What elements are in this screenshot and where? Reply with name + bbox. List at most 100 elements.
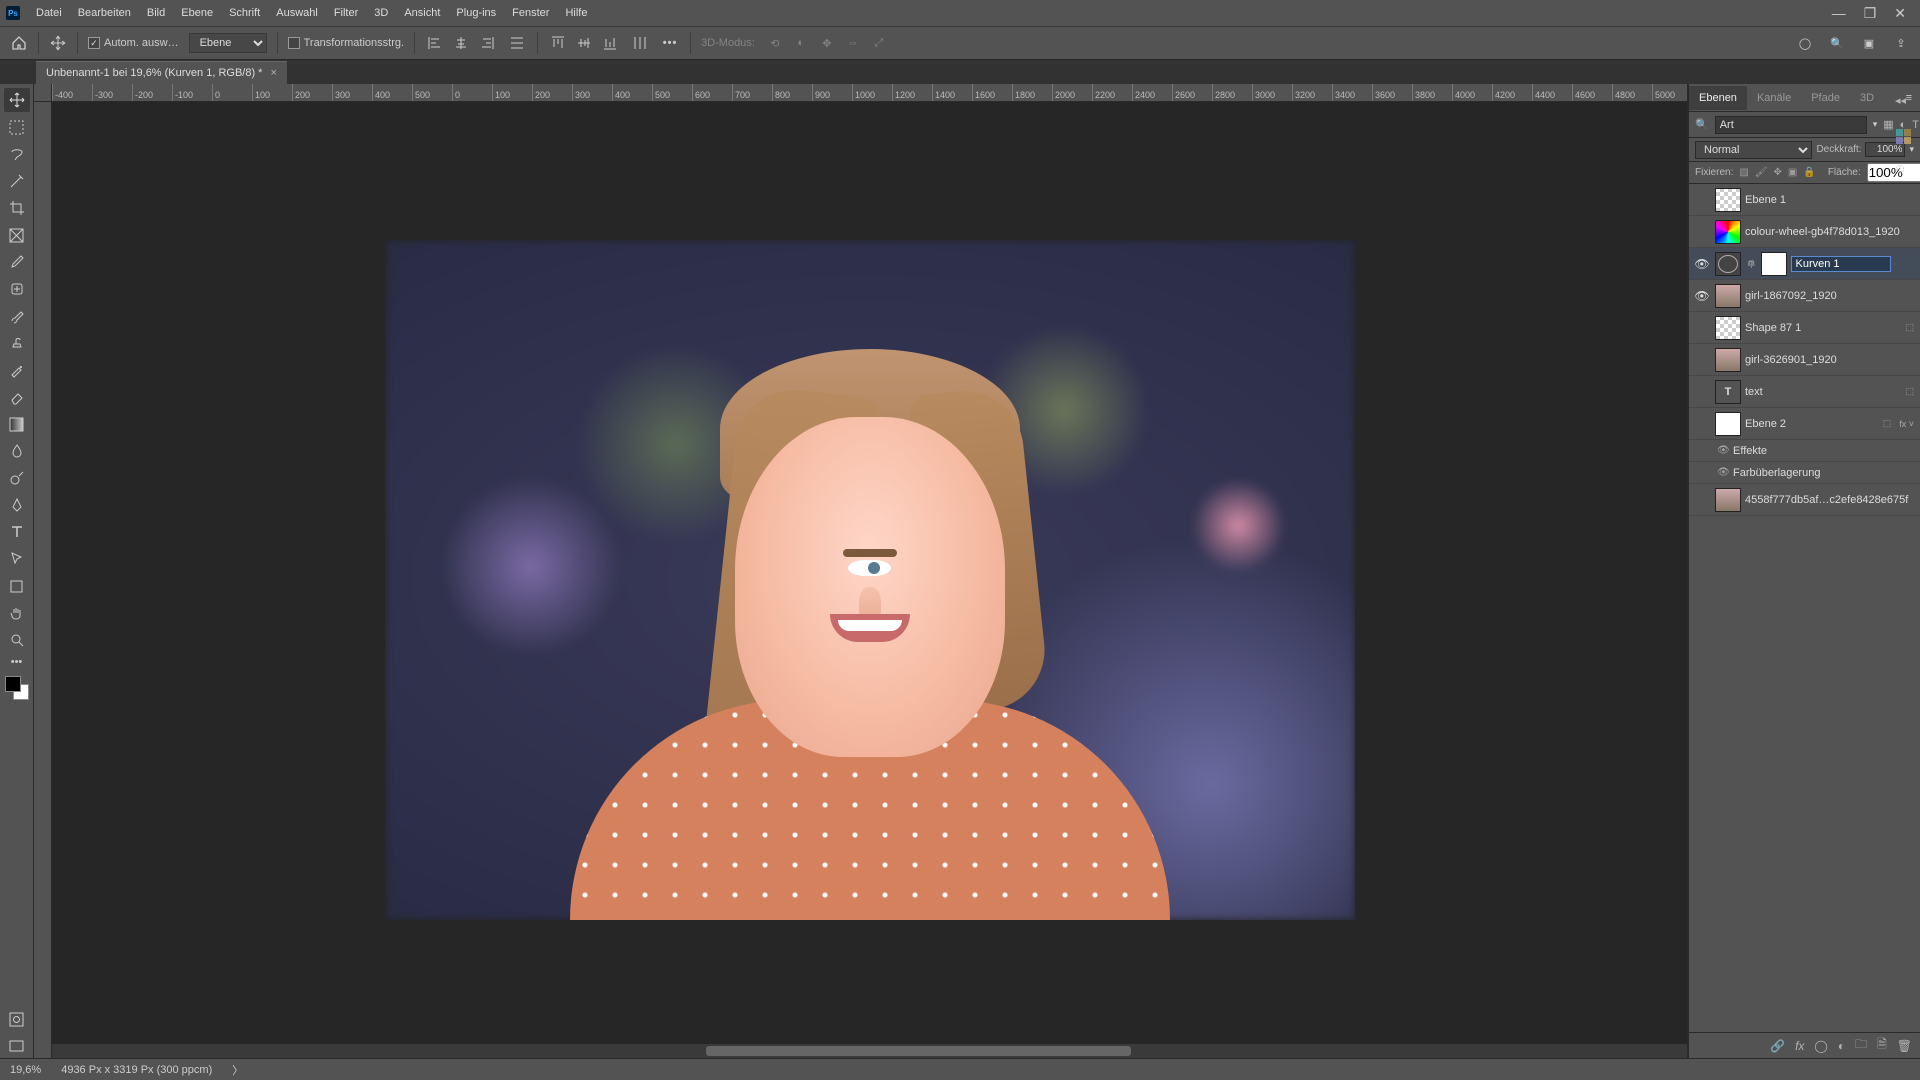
layer-name[interactable]: text (1745, 386, 1899, 398)
align-right-button[interactable] (477, 33, 497, 53)
distribute-v-button[interactable] (630, 33, 650, 53)
eraser-tool[interactable] (4, 385, 30, 409)
document-tab-close-button[interactable]: × (270, 67, 276, 79)
history-brush-tool[interactable] (4, 358, 30, 382)
layer-row[interactable]: Shape 87 1⬚ (1689, 312, 1920, 344)
layer-thumbnail[interactable] (1715, 252, 1741, 276)
blend-mode-select[interactable]: Normal (1695, 141, 1812, 159)
quickmask-button[interactable] (4, 1007, 30, 1031)
clone-stamp-tool[interactable] (4, 331, 30, 355)
foreground-color-swatch[interactable] (5, 676, 21, 692)
auto-select-checkbox[interactable]: Autom. ausw… (88, 37, 179, 49)
effect-visibility-icon[interactable]: 👁 (1717, 445, 1729, 456)
zoom-tool[interactable] (4, 628, 30, 652)
color-swatches[interactable] (3, 676, 31, 706)
type-tool[interactable] (4, 520, 30, 544)
menu-3d[interactable]: 3D (366, 3, 396, 23)
layer-visibility-toggle[interactable]: 👁 (1693, 289, 1711, 303)
layer-thumbnail[interactable] (1715, 412, 1741, 436)
layer-name[interactable]: girl-1867092_1920 (1745, 290, 1916, 302)
layer-thumbnail[interactable]: T (1715, 380, 1741, 404)
lock-all-icon[interactable]: 🔒 (1803, 167, 1815, 178)
3d-slide-icon[interactable]: ⇔ (843, 33, 863, 53)
layer-name-input[interactable] (1791, 256, 1891, 272)
layer-name[interactable]: Ebene 2 (1745, 418, 1877, 430)
cloud-docs-icon[interactable]: ◯ (1796, 34, 1814, 52)
layer-name[interactable]: colour-wheel-gb4f78d013_1920 (1745, 226, 1916, 238)
layer-row[interactable]: Ttext⬚ (1689, 376, 1920, 408)
menu-fenster[interactable]: Fenster (504, 3, 557, 23)
layer-fx-button[interactable]: fx (1795, 1039, 1804, 1053)
layer-name[interactable] (1791, 256, 1916, 272)
align-top-button[interactable] (548, 33, 568, 53)
align-hcenter-button[interactable] (451, 33, 471, 53)
layer-row[interactable]: 👁 girl-1867092_1920 (1689, 280, 1920, 312)
layer-row[interactable]: 👁𐄷 (1689, 248, 1920, 280)
layer-thumbnail[interactable] (1715, 348, 1741, 372)
delete-layer-button[interactable]: 🗑 (1897, 1039, 1912, 1053)
3d-pan-icon[interactable]: ✥ (817, 33, 837, 53)
panel-tab-ebenen[interactable]: Ebenen (1689, 86, 1747, 110)
layer-name[interactable]: Ebene 1 (1745, 194, 1916, 206)
layer-name[interactable]: 4558f777db5af…c2efe8428e675f (1745, 494, 1916, 506)
healing-brush-tool[interactable] (4, 277, 30, 301)
new-layer-button[interactable]: 🗎 (1877, 1035, 1887, 1056)
ruler-origin[interactable] (34, 84, 52, 102)
brush-tool[interactable] (4, 304, 30, 328)
document-canvas[interactable] (385, 240, 1355, 920)
window-minimize-button[interactable]: — (1824, 2, 1854, 24)
filter-dropdown-button[interactable]: ▾ (1873, 119, 1878, 130)
3d-scale-icon[interactable]: ⤢ (869, 33, 889, 53)
distribute-h-button[interactable] (507, 33, 527, 53)
lasso-tool[interactable] (4, 142, 30, 166)
layer-thumbnail[interactable] (1715, 284, 1741, 308)
frame-tool[interactable] (4, 223, 30, 247)
menu-auswahl[interactable]: Auswahl (268, 3, 326, 23)
effect-visibility-icon[interactable]: 👁 (1717, 467, 1729, 478)
edit-toolbar-button[interactable]: ••• (4, 655, 30, 669)
menu-bearbeiten[interactable]: Bearbeiten (70, 3, 139, 23)
menu-hilfe[interactable]: Hilfe (557, 3, 595, 23)
panel-tab-3d[interactable]: 3D (1850, 86, 1884, 110)
window-close-button[interactable]: ✕ (1886, 2, 1914, 24)
menu-bild[interactable]: Bild (139, 3, 173, 23)
hand-tool[interactable] (4, 601, 30, 625)
path-select-tool[interactable] (4, 547, 30, 571)
menu-schrift[interactable]: Schrift (221, 3, 268, 23)
canvas-h-scrollbar[interactable] (52, 1044, 1687, 1058)
pen-tool[interactable] (4, 493, 30, 517)
home-button[interactable] (10, 34, 28, 52)
layer-thumbnail[interactable] (1715, 220, 1741, 244)
crop-tool[interactable] (4, 196, 30, 220)
move-tool-preset-icon[interactable] (49, 34, 67, 52)
layer-thumbnail[interactable] (1715, 188, 1741, 212)
layer-row[interactable]: 4558f777db5af…c2efe8428e675f (1689, 484, 1920, 516)
layer-name[interactable]: Shape 87 1 (1745, 322, 1899, 334)
properties-panel-icon[interactable]: ◴ (1895, 162, 1915, 182)
blur-tool[interactable] (4, 439, 30, 463)
shape-tool[interactable] (4, 574, 30, 598)
align-bottom-button[interactable] (600, 33, 620, 53)
layer-mask-button[interactable]: ◯ (1814, 1039, 1827, 1053)
layer-thumbnail[interactable] (1715, 488, 1741, 512)
layer-thumbnail[interactable] (1715, 316, 1741, 340)
eyedropper-tool[interactable] (4, 250, 30, 274)
panel-tab-pfade[interactable]: Pfade (1801, 86, 1850, 110)
3d-orbit-icon[interactable]: ⟲ (765, 33, 785, 53)
color-panel-icon[interactable] (1895, 128, 1915, 148)
layer-row[interactable]: girl-3626901_1920 (1689, 344, 1920, 376)
layer-mask-thumbnail[interactable] (1761, 252, 1787, 276)
canvas-stage[interactable] (52, 102, 1687, 1058)
dodge-tool[interactable] (4, 466, 30, 490)
lock-pixels-icon[interactable]: 🖌 (1755, 167, 1768, 178)
search-icon[interactable]: 🔍 (1828, 34, 1846, 52)
status-docinfo[interactable]: 4936 Px x 3319 Px (300 ppcm) (61, 1064, 212, 1076)
status-zoom[interactable]: 19,6% (10, 1064, 41, 1076)
marquee-tool[interactable] (4, 115, 30, 139)
align-left-button[interactable] (425, 33, 445, 53)
layer-fx-indicator[interactable]: fx ˅ (1897, 419, 1916, 429)
layer-row[interactable]: 👁Farbüberlagerung (1689, 462, 1920, 484)
3d-roll-icon[interactable]: ◐ (791, 33, 811, 53)
layer-filter-input[interactable] (1715, 116, 1867, 134)
window-restore-button[interactable]: ❐ (1856, 2, 1885, 24)
